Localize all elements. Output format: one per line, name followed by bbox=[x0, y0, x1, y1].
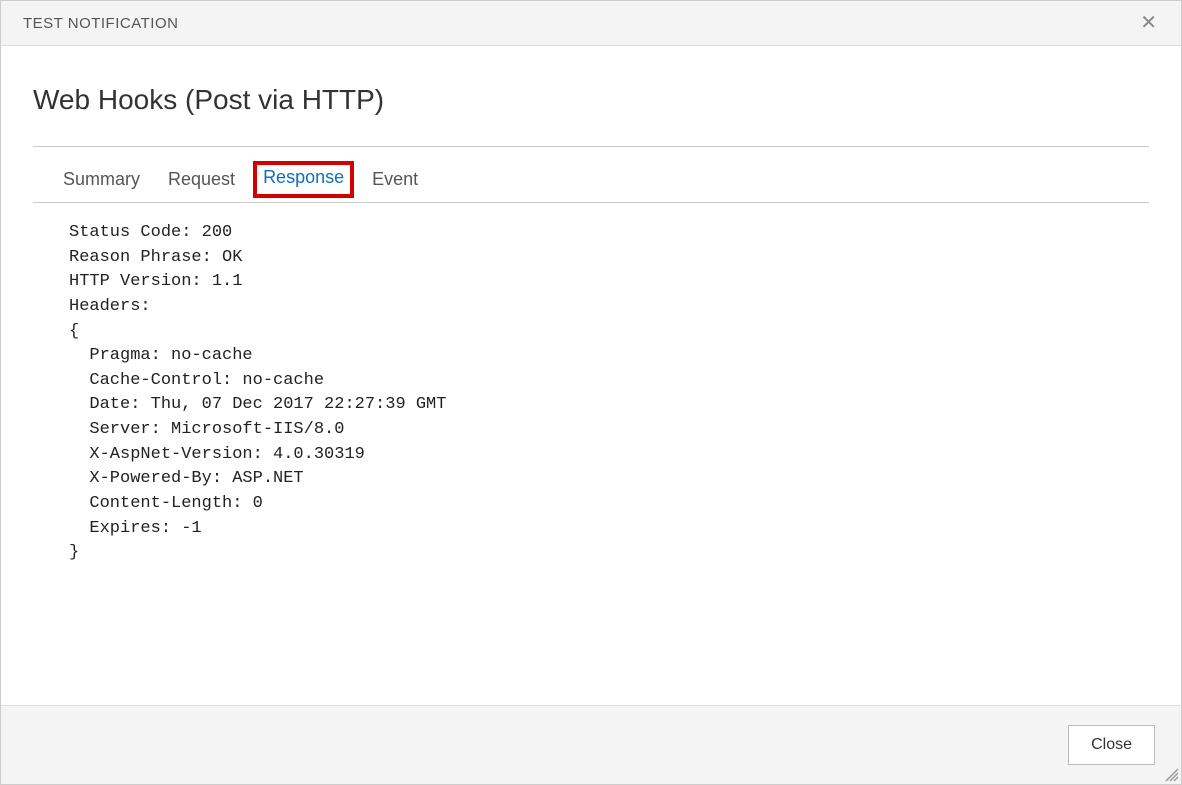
close-button[interactable]: Close bbox=[1068, 725, 1155, 765]
page-title: Web Hooks (Post via HTTP) bbox=[33, 84, 1149, 116]
resize-grip-icon bbox=[1163, 766, 1179, 782]
dialog-body: Web Hooks (Post via HTTP) Summary Reques… bbox=[1, 46, 1181, 705]
tab-bar: Summary Request Response Event bbox=[33, 155, 1149, 203]
dialog-title: TEST NOTIFICATION bbox=[23, 15, 178, 32]
tab-summary[interactable]: Summary bbox=[63, 167, 140, 192]
test-notification-dialog: TEST NOTIFICATION ✕ Web Hooks (Post via … bbox=[0, 0, 1182, 785]
tab-response[interactable]: Response bbox=[253, 161, 354, 198]
tab-event[interactable]: Event bbox=[372, 167, 418, 192]
close-icon[interactable]: ✕ bbox=[1134, 9, 1163, 37]
divider bbox=[33, 146, 1149, 147]
dialog-titlebar: TEST NOTIFICATION ✕ bbox=[1, 1, 1181, 46]
response-body: Status Code: 200 Reason Phrase: OK HTTP … bbox=[33, 203, 1149, 584]
tab-request[interactable]: Request bbox=[168, 167, 235, 192]
dialog-footer: Close bbox=[1, 705, 1181, 784]
